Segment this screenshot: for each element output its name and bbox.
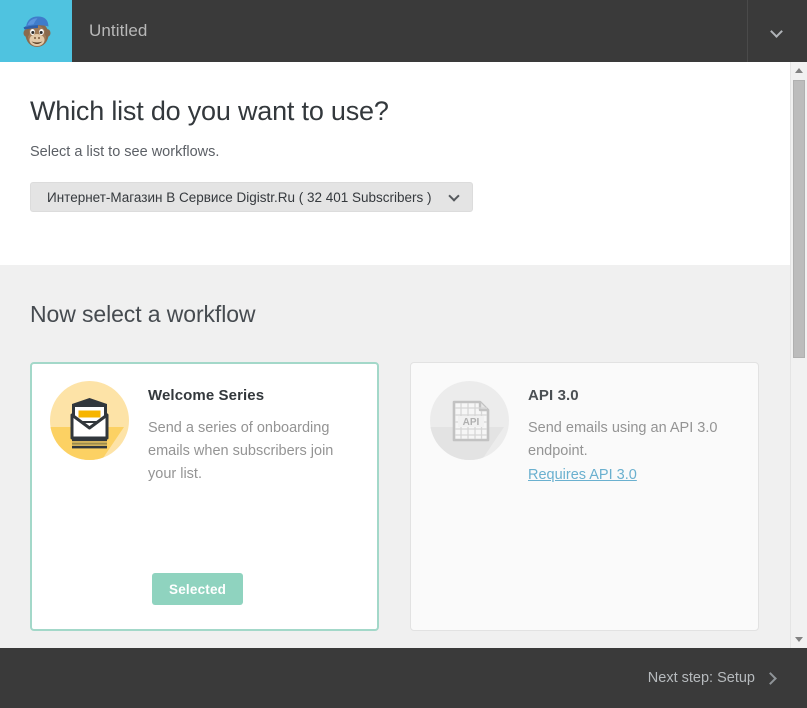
- scroll-up-arrow-glyph: [795, 68, 803, 73]
- card-description: Send a series of onboarding emails when …: [148, 420, 334, 482]
- card-text-block: API 3.0 Send emails using an API 3.0 end…: [509, 381, 742, 487]
- document-title: Untitled: [89, 21, 148, 40]
- selected-button[interactable]: Selected: [152, 573, 244, 605]
- chevron-down-icon: [772, 26, 783, 37]
- api-document-glyph: API: [452, 400, 490, 442]
- mailchimp-freddie-logo-icon: [23, 16, 51, 47]
- card-text-block: Welcome Series Send a series of onboardi…: [129, 381, 361, 486]
- list-select-dropdown[interactable]: Интернет-Магазин В Сервисе Digistr.Ru ( …: [30, 182, 473, 212]
- workflow-card-welcome-series[interactable]: Welcome Series Send a series of onboardi…: [30, 362, 379, 631]
- page-title-bar: Untitled: [72, 0, 747, 62]
- next-step-button[interactable]: Next step: Setup: [648, 670, 807, 686]
- app-header: Untitled: [0, 0, 807, 62]
- vertical-scrollbar[interactable]: [790, 62, 807, 648]
- api-icon-label: API: [463, 417, 480, 428]
- brand-logo-block[interactable]: [0, 0, 72, 62]
- list-select-value: Интернет-Магазин В Сервисе Digistr.Ru ( …: [47, 189, 432, 205]
- list-select-wrapper: Интернет-Магазин В Сервисе Digistr.Ru ( …: [0, 160, 790, 212]
- workflow-selection-panel: Now select a workflow Welcome Series Sen…: [0, 265, 790, 648]
- scrollbar-thumb[interactable]: [793, 80, 805, 358]
- content-scroll-area: Which list do you want to use? Select a …: [0, 62, 807, 648]
- page-heading: Which list do you want to use?: [30, 96, 389, 126]
- mailchimp-automation-window: Untitled Which list do you want to use? …: [0, 0, 807, 708]
- card-title: API 3.0: [528, 387, 579, 404]
- scroll-up-arrow-icon[interactable]: [791, 62, 807, 79]
- envelope-glyph: [70, 398, 109, 449]
- header-menu-button[interactable]: [747, 0, 807, 62]
- open-envelope-icon: [50, 381, 129, 460]
- list-selection-panel: Which list do you want to use? Select a …: [0, 62, 790, 265]
- next-step-label: Next step: Setup: [647, 670, 755, 686]
- scroll-down-arrow-glyph: [795, 637, 803, 642]
- chevron-right-icon: [766, 674, 775, 683]
- card-content: API API 3.0 Send emails using an API 3.0…: [411, 363, 758, 487]
- wizard-footer: Next step: Setup: [0, 648, 807, 708]
- page-subheading: Select a list to see workflows.: [30, 144, 220, 160]
- chevron-down-icon: [450, 192, 460, 202]
- workflow-card-list: Welcome Series Send a series of onboardi…: [0, 328, 790, 631]
- requires-api-link[interactable]: Requires API 3.0: [528, 464, 637, 487]
- scroll-down-arrow-icon[interactable]: [791, 631, 807, 648]
- card-content: Welcome Series Send a series of onboardi…: [32, 364, 377, 486]
- api-document-icon: API: [430, 381, 509, 460]
- workflow-card-api-3-0[interactable]: API API 3.0 Send emails using an API 3.0…: [410, 362, 759, 631]
- card-title: Welcome Series: [148, 387, 265, 404]
- workflow-section-heading: Now select a workflow: [30, 301, 256, 327]
- content-body: Which list do you want to use? Select a …: [0, 62, 790, 648]
- card-description: Send emails using an API 3.0 endpoint.: [528, 420, 718, 459]
